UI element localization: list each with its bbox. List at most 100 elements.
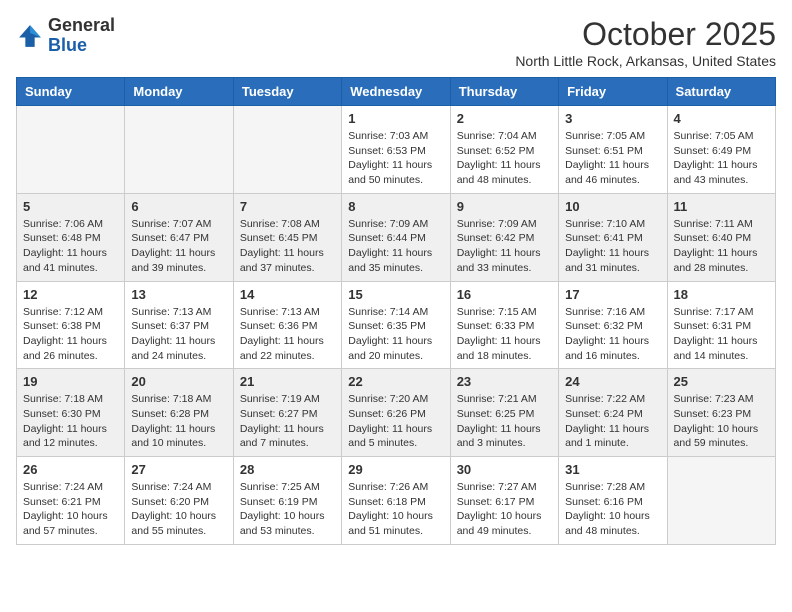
calendar-cell — [125, 106, 233, 194]
calendar-cell: 30 Sunrise: 7:27 AM Sunset: 6:17 PM Dayli… — [450, 457, 558, 545]
calendar-cell: 9 Sunrise: 7:09 AM Sunset: 6:42 PM Daylig… — [450, 193, 558, 281]
day-info: Sunrise: 7:24 AM Sunset: 6:21 PM Dayligh… — [23, 480, 118, 539]
calendar-cell: 8 Sunrise: 7:09 AM Sunset: 6:44 PM Daylig… — [342, 193, 450, 281]
calendar-cell: 2Sunrise: 7:04 AM Sunset: 6:52 PM Daylig… — [450, 106, 558, 194]
calendar-week-row: 5 Sunrise: 7:06 AM Sunset: 6:48 PM Daylig… — [17, 193, 776, 281]
day-number: 15 — [348, 287, 443, 302]
day-number: 6 — [131, 199, 226, 214]
weekday-header-tuesday: Tuesday — [233, 78, 341, 106]
day-number: 14 — [240, 287, 335, 302]
day-info: Sunrise: 7:22 AM Sunset: 6:24 PM Dayligh… — [565, 392, 660, 451]
day-number: 4 — [674, 111, 769, 126]
day-number: 10 — [565, 199, 660, 214]
calendar-cell: 24 Sunrise: 7:22 AM Sunset: 6:24 PM Dayli… — [559, 369, 667, 457]
weekday-header-saturday: Saturday — [667, 78, 775, 106]
calendar-cell: 10 Sunrise: 7:10 AM Sunset: 6:41 PM Dayli… — [559, 193, 667, 281]
day-info: Sunrise: 7:21 AM Sunset: 6:25 PM Dayligh… — [457, 392, 552, 451]
calendar-cell: 18 Sunrise: 7:17 AM Sunset: 6:31 PM Dayli… — [667, 281, 775, 369]
calendar-cell: 26 Sunrise: 7:24 AM Sunset: 6:21 PM Dayli… — [17, 457, 125, 545]
day-number: 5 — [23, 199, 118, 214]
calendar-cell: 31 Sunrise: 7:28 AM Sunset: 6:16 PM Dayli… — [559, 457, 667, 545]
logo-blue-text: Blue — [48, 35, 87, 55]
logo-icon — [16, 22, 44, 50]
day-info: Sunrise: 7:07 AM Sunset: 6:47 PM Dayligh… — [131, 217, 226, 276]
day-info: Sunrise: 7:24 AM Sunset: 6:20 PM Dayligh… — [131, 480, 226, 539]
calendar-cell: 4Sunrise: 7:05 AM Sunset: 6:49 PM Daylig… — [667, 106, 775, 194]
day-info: Sunrise: 7:18 AM Sunset: 6:28 PM Dayligh… — [131, 392, 226, 451]
day-number: 22 — [348, 374, 443, 389]
day-info: Sunrise: 7:28 AM Sunset: 6:16 PM Dayligh… — [565, 480, 660, 539]
day-number: 25 — [674, 374, 769, 389]
day-info: Sunrise: 7:15 AM Sunset: 6:33 PM Dayligh… — [457, 305, 552, 364]
day-number: 12 — [23, 287, 118, 302]
calendar-week-row: 19Sunrise: 7:18 AM Sunset: 6:30 PM Dayli… — [17, 369, 776, 457]
calendar-cell: 7Sunrise: 7:08 AM Sunset: 6:45 PM Daylig… — [233, 193, 341, 281]
calendar-week-row: 26 Sunrise: 7:24 AM Sunset: 6:21 PM Dayli… — [17, 457, 776, 545]
calendar-cell — [233, 106, 341, 194]
day-number: 16 — [457, 287, 552, 302]
day-number: 29 — [348, 462, 443, 477]
day-info: Sunrise: 7:19 AM Sunset: 6:27 PM Dayligh… — [240, 392, 335, 451]
day-info: Sunrise: 7:16 AM Sunset: 6:32 PM Dayligh… — [565, 305, 660, 364]
day-number: 8 — [348, 199, 443, 214]
weekday-header-thursday: Thursday — [450, 78, 558, 106]
calendar-cell: 17Sunrise: 7:16 AM Sunset: 6:32 PM Dayli… — [559, 281, 667, 369]
day-info: Sunrise: 7:27 AM Sunset: 6:17 PM Dayligh… — [457, 480, 552, 539]
day-info: Sunrise: 7:20 AM Sunset: 6:26 PM Dayligh… — [348, 392, 443, 451]
calendar: SundayMondayTuesdayWednesdayThursdayFrid… — [16, 77, 776, 545]
day-number: 21 — [240, 374, 335, 389]
calendar-week-row: 1 Sunrise: 7:03 AM Sunset: 6:53 PM Daylig… — [17, 106, 776, 194]
day-info: Sunrise: 7:03 AM Sunset: 6:53 PM Dayligh… — [348, 129, 443, 188]
day-info: Sunrise: 7:23 AM Sunset: 6:23 PM Dayligh… — [674, 392, 769, 451]
day-info: Sunrise: 7:17 AM Sunset: 6:31 PM Dayligh… — [674, 305, 769, 364]
day-number: 1 — [348, 111, 443, 126]
day-number: 24 — [565, 374, 660, 389]
calendar-cell: 13Sunrise: 7:13 AM Sunset: 6:37 PM Dayli… — [125, 281, 233, 369]
calendar-cell: 19Sunrise: 7:18 AM Sunset: 6:30 PM Dayli… — [17, 369, 125, 457]
day-info: Sunrise: 7:11 AM Sunset: 6:40 PM Dayligh… — [674, 217, 769, 276]
calendar-cell: 27 Sunrise: 7:24 AM Sunset: 6:20 PM Dayli… — [125, 457, 233, 545]
day-info: Sunrise: 7:06 AM Sunset: 6:48 PM Dayligh… — [23, 217, 118, 276]
day-info: Sunrise: 7:09 AM Sunset: 6:42 PM Dayligh… — [457, 217, 552, 276]
day-info: Sunrise: 7:25 AM Sunset: 6:19 PM Dayligh… — [240, 480, 335, 539]
calendar-cell: 22 Sunrise: 7:20 AM Sunset: 6:26 PM Dayli… — [342, 369, 450, 457]
calendar-cell: 11Sunrise: 7:11 AM Sunset: 6:40 PM Dayli… — [667, 193, 775, 281]
day-number: 28 — [240, 462, 335, 477]
month-title: October 2025 — [515, 16, 776, 53]
weekday-header-monday: Monday — [125, 78, 233, 106]
day-info: Sunrise: 7:05 AM Sunset: 6:51 PM Dayligh… — [565, 129, 660, 188]
day-info: Sunrise: 7:14 AM Sunset: 6:35 PM Dayligh… — [348, 305, 443, 364]
logo-general-text: General — [48, 15, 115, 35]
day-info: Sunrise: 7:12 AM Sunset: 6:38 PM Dayligh… — [23, 305, 118, 364]
day-number: 3 — [565, 111, 660, 126]
day-number: 20 — [131, 374, 226, 389]
logo: General Blue — [16, 16, 115, 56]
calendar-cell: 12 Sunrise: 7:12 AM Sunset: 6:38 PM Dayli… — [17, 281, 125, 369]
calendar-cell: 28 Sunrise: 7:25 AM Sunset: 6:19 PM Dayli… — [233, 457, 341, 545]
day-number: 9 — [457, 199, 552, 214]
day-info: Sunrise: 7:10 AM Sunset: 6:41 PM Dayligh… — [565, 217, 660, 276]
calendar-cell — [667, 457, 775, 545]
day-number: 27 — [131, 462, 226, 477]
day-info: Sunrise: 7:09 AM Sunset: 6:44 PM Dayligh… — [348, 217, 443, 276]
calendar-cell: 5 Sunrise: 7:06 AM Sunset: 6:48 PM Daylig… — [17, 193, 125, 281]
location-subtitle: North Little Rock, Arkansas, United Stat… — [515, 53, 776, 69]
title-area: October 2025 North Little Rock, Arkansas… — [515, 16, 776, 69]
calendar-cell: 20 Sunrise: 7:18 AM Sunset: 6:28 PM Dayli… — [125, 369, 233, 457]
day-number: 23 — [457, 374, 552, 389]
day-number: 30 — [457, 462, 552, 477]
calendar-week-row: 12 Sunrise: 7:12 AM Sunset: 6:38 PM Dayli… — [17, 281, 776, 369]
day-info: Sunrise: 7:04 AM Sunset: 6:52 PM Dayligh… — [457, 129, 552, 188]
calendar-cell: 21 Sunrise: 7:19 AM Sunset: 6:27 PM Dayli… — [233, 369, 341, 457]
weekday-header-sunday: Sunday — [17, 78, 125, 106]
calendar-cell: 6 Sunrise: 7:07 AM Sunset: 6:47 PM Daylig… — [125, 193, 233, 281]
calendar-cell — [17, 106, 125, 194]
day-info: Sunrise: 7:18 AM Sunset: 6:30 PM Dayligh… — [23, 392, 118, 451]
day-info: Sunrise: 7:13 AM Sunset: 6:37 PM Dayligh… — [131, 305, 226, 364]
day-number: 26 — [23, 462, 118, 477]
weekday-header-wednesday: Wednesday — [342, 78, 450, 106]
calendar-cell: 29Sunrise: 7:26 AM Sunset: 6:18 PM Dayli… — [342, 457, 450, 545]
day-number: 31 — [565, 462, 660, 477]
day-number: 7 — [240, 199, 335, 214]
day-number: 18 — [674, 287, 769, 302]
